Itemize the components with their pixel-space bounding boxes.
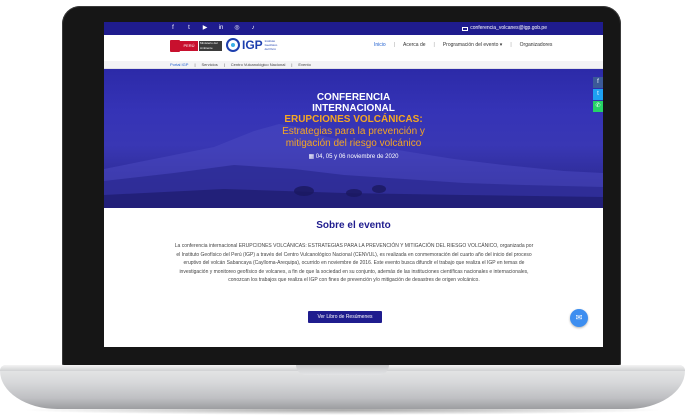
top-bar: f t ▶ in ◎ ♪ conferencia_volcanes@igp.go… — [104, 22, 603, 35]
browser-screen: f t ▶ in ◎ ♪ conferencia_volcanes@igp.go… — [104, 22, 603, 347]
nav-item-programacion-label: Programación del evento — [442, 42, 499, 48]
link-separator: | — [194, 62, 196, 67]
hero-line-3: ERUPCIONES VOLCÁNICAS: — [284, 114, 423, 125]
nav-item-programacion[interactable]: Programación del evento ▾ — [443, 42, 503, 48]
abstract-book-button[interactable]: Ver Libro de Resúmenes — [308, 311, 382, 323]
link-servicios[interactable]: Servicios — [202, 62, 218, 68]
instagram-icon[interactable]: ◎ — [234, 25, 240, 31]
link-evento[interactable]: Evento — [298, 62, 310, 68]
hero-line-1: CONFERENCIA — [316, 92, 391, 103]
nav-item-acerca[interactable]: Acerca de — [403, 42, 426, 48]
laptop-mockup: f t ▶ in ◎ ♪ conferencia_volcanes@igp.go… — [0, 0, 685, 417]
nav-separator: | — [510, 42, 512, 48]
peru-logo-text: PERÚ — [180, 41, 198, 51]
nav-item-organizadores[interactable]: Organizadores — [520, 42, 553, 48]
hero-text: CONFERENCIA INTERNACIONAL ERUPCIONES VOL… — [104, 92, 603, 162]
tiktok-icon[interactable]: ♪ — [250, 25, 256, 31]
igp-logo[interactable]: IGP Instituto Geofísico del Perú — [226, 38, 279, 52]
link-separator: | — [291, 62, 293, 67]
hero-line-2: INTERNACIONAL — [312, 103, 395, 114]
hero-line-5: mitigación del riesgo volcánico — [285, 138, 422, 149]
linkedin-icon[interactable]: in — [218, 25, 224, 31]
igp-logo-subtitle: Instituto Geofísico del Perú — [264, 39, 278, 51]
link-cenvul[interactable]: Centro Vulcanológico Nacional — [231, 62, 286, 68]
igp-logo-text: IGP — [242, 38, 263, 52]
social-links: f t ▶ in ◎ ♪ — [170, 25, 256, 31]
event-date: ▦ 04, 05 y 06 noviembre de 2020 — [104, 153, 603, 162]
chat-icon[interactable]: ✉ — [570, 309, 588, 327]
event-date-text: 04, 05 y 06 noviembre de 2020 — [315, 154, 399, 160]
site-header: PERÚ Ministerio del Ambiente IGP Institu… — [104, 35, 603, 61]
ministry-logo: Ministerio del Ambiente — [199, 41, 222, 51]
portal-links-bar: Portal IGP | Servicios | Centro Vulcanol… — [104, 61, 603, 69]
about-title: Sobre el evento — [316, 220, 391, 231]
portal-links: Portal IGP | Servicios | Centro Vulcanol… — [170, 62, 311, 68]
nav-separator: | — [393, 42, 395, 48]
laptop-notch — [296, 365, 389, 375]
share-facebook-icon[interactable]: f — [593, 77, 603, 88]
caret-down-icon: ▾ — [498, 42, 503, 48]
igp-mark-icon — [226, 38, 240, 52]
hero-line-4: Estrategias para la prevención y — [282, 126, 425, 137]
main-nav: Inicio | Acerca de | Programación del ev… — [374, 42, 552, 48]
youtube-icon[interactable]: ▶ — [202, 25, 208, 31]
hero-banner: CONFERENCIA INTERNACIONAL ERUPCIONES VOL… — [104, 69, 603, 208]
link-portal-igp[interactable]: Portal IGP — [170, 62, 188, 68]
twitter-icon[interactable]: t — [186, 25, 192, 31]
envelope-icon — [462, 26, 469, 31]
email-link[interactable]: conferencia_volcanes@igp.gob.pe — [462, 24, 547, 33]
facebook-icon[interactable]: f — [170, 25, 176, 31]
share-whatsapp-icon[interactable]: ✆ — [593, 101, 603, 112]
nav-separator: | — [433, 42, 435, 48]
nav-item-inicio[interactable]: Inicio — [374, 42, 386, 48]
calendar-icon: ▦ — [308, 154, 316, 160]
share-twitter-icon[interactable]: t — [593, 89, 603, 100]
email-text: conferencia_volcanes@igp.gob.pe — [470, 25, 547, 31]
about-section: Sobre el evento La conferencia internaci… — [104, 208, 603, 347]
about-body: La conferencia internacional ERUPCIONES … — [174, 243, 534, 283]
link-separator: | — [223, 62, 225, 67]
peru-flag-logo — [170, 40, 180, 52]
